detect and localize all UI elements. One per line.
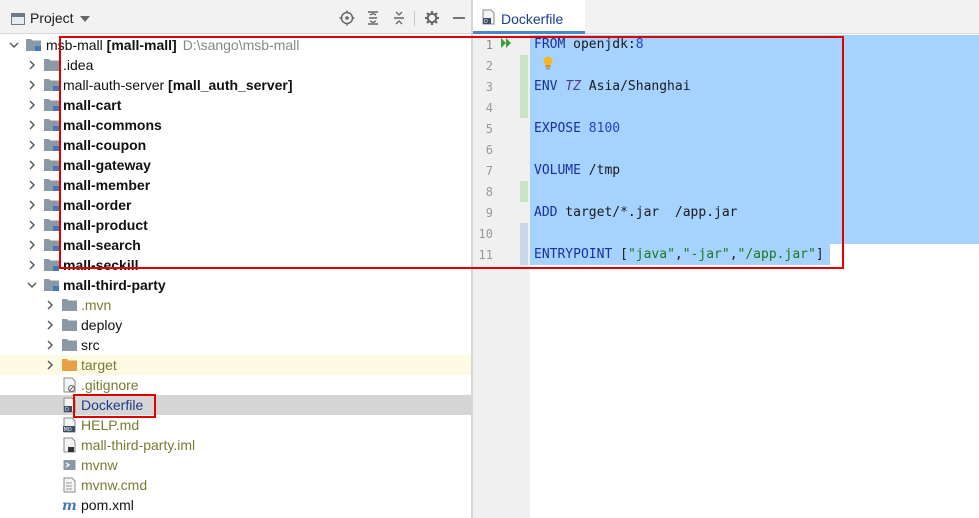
tree-item-label: mvnw	[81, 457, 118, 473]
tree-item-target[interactable]: target	[0, 355, 471, 375]
gear-icon[interactable]	[424, 10, 440, 26]
tree-item-help-md[interactable]: MD HELP.md	[0, 415, 471, 435]
svg-text:m: m	[62, 498, 77, 513]
chevron-down-icon[interactable]	[27, 280, 37, 290]
chevron-down-icon[interactable]	[80, 16, 90, 22]
svg-text:D: D	[65, 407, 69, 413]
editor-tab-bar: D Dockerfile	[473, 0, 979, 34]
tree-item-mvnw-cmd[interactable]: mvnw.cmd	[0, 475, 471, 495]
chevron-right-icon[interactable]	[27, 260, 37, 270]
maven-icon: m	[62, 497, 77, 514]
tab-dockerfile[interactable]: D Dockerfile	[473, 0, 585, 34]
highlight-box-code	[59, 36, 844, 269]
tree-item-label: src	[81, 337, 100, 353]
tree-item-mall-third-party[interactable]: mall-third-party	[0, 275, 471, 295]
text-file-icon	[63, 477, 76, 493]
tree-item-label: target	[81, 357, 117, 373]
tab-label: Dockerfile	[501, 11, 564, 27]
chevron-right-icon[interactable]	[27, 140, 37, 150]
project-view-icon	[11, 13, 25, 25]
module-file-icon	[63, 437, 76, 453]
tree-item-iml[interactable]: mall-third-party.iml	[0, 435, 471, 455]
tree-item-label: mall-third-party.iml	[81, 437, 196, 453]
tree-item-label: deploy	[81, 317, 123, 333]
tree-item-label: .mvn	[81, 297, 112, 313]
module-folder-icon	[44, 218, 59, 231]
folder-icon	[62, 298, 77, 311]
tree-item-mvn[interactable]: .mvn	[0, 295, 471, 315]
ignore-file-icon	[63, 377, 76, 393]
module-folder-icon	[26, 38, 41, 51]
module-folder-icon	[44, 158, 59, 171]
tree-item-dockerfile[interactable]: D Dockerfile	[0, 395, 471, 415]
chevron-right-icon[interactable]	[45, 320, 55, 330]
hide-panel-icon[interactable]	[451, 10, 467, 26]
tree-item-deploy[interactable]: deploy	[0, 315, 471, 335]
module-folder-icon	[44, 178, 59, 191]
dockerfile-icon: D	[482, 9, 495, 25]
module-folder-icon	[44, 98, 59, 111]
module-folder-icon	[44, 198, 59, 211]
chevron-down-icon[interactable]	[9, 40, 19, 50]
folder-icon	[62, 318, 77, 331]
folder-icon	[44, 58, 59, 71]
header-separator	[414, 11, 415, 26]
locate-file-icon[interactable]	[339, 10, 355, 26]
expand-all-icon[interactable]	[365, 10, 381, 26]
shell-script-icon	[63, 457, 76, 473]
svg-text:D: D	[484, 19, 488, 25]
chevron-right-icon[interactable]	[45, 300, 55, 310]
chevron-right-icon[interactable]	[27, 60, 37, 70]
chevron-right-icon[interactable]	[27, 80, 37, 90]
collapse-all-icon[interactable]	[391, 10, 407, 26]
chevron-right-icon[interactable]	[27, 120, 37, 130]
module-folder-icon	[44, 78, 59, 91]
module-folder-icon	[44, 278, 59, 291]
svg-text:MD: MD	[64, 427, 72, 433]
tree-item-gitignore[interactable]: .gitignore	[0, 375, 471, 395]
module-folder-icon	[44, 118, 59, 131]
tree-item-label: HELP.md	[81, 417, 140, 433]
highlight-box-dockerfile	[73, 394, 156, 418]
tree-item-label: mall-third-party	[63, 277, 166, 293]
chevron-right-icon[interactable]	[27, 200, 37, 210]
project-panel-header: Project	[0, 0, 471, 34]
folder-icon	[62, 338, 77, 351]
chevron-right-icon[interactable]	[27, 220, 37, 230]
tree-item-label: pom.xml	[81, 497, 134, 513]
tree-item-mvnw[interactable]: mvnw	[0, 455, 471, 475]
module-folder-icon	[44, 138, 59, 151]
chevron-right-icon[interactable]	[45, 340, 55, 350]
chevron-right-icon[interactable]	[27, 240, 37, 250]
chevron-right-icon[interactable]	[27, 100, 37, 110]
tree-item-src[interactable]: src	[0, 335, 471, 355]
tree-item-label: .gitignore	[81, 377, 139, 393]
chevron-right-icon[interactable]	[45, 360, 55, 370]
chevron-right-icon[interactable]	[27, 160, 37, 170]
tree-item-label: mvnw.cmd	[81, 477, 148, 493]
project-view-selector[interactable]: Project	[30, 10, 74, 26]
chevron-right-icon[interactable]	[27, 180, 37, 190]
tree-item-pom-xml[interactable]: m pom.xml	[0, 495, 471, 515]
module-folder-icon	[44, 258, 59, 271]
module-folder-icon	[44, 238, 59, 251]
excluded-folder-icon	[62, 358, 77, 371]
markdown-file-icon: MD	[63, 417, 76, 433]
